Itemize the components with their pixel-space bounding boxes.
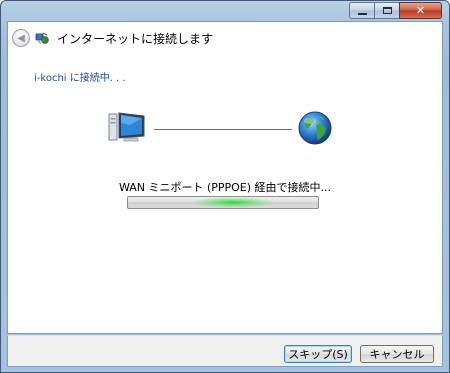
dialog-window: ✕ ◀ インターネットに接続します i-kochi に接続中. . . WAN … <box>0 0 450 373</box>
cancel-button[interactable]: キャンセル <box>360 345 434 363</box>
maximize-icon <box>382 7 392 14</box>
progress-bar <box>127 196 319 209</box>
close-icon: ✕ <box>415 4 426 17</box>
minimize-icon <box>357 12 367 15</box>
progress-indicator <box>190 197 276 208</box>
progress-label: WAN ミニポート (PPPOE) 経由で接続中... <box>118 181 332 194</box>
dialog-header: ◀ インターネットに接続します <box>8 22 442 54</box>
minimize-button[interactable] <box>349 2 374 19</box>
maximize-button[interactable] <box>374 2 399 19</box>
network-connection-icon <box>35 32 49 44</box>
back-button[interactable]: ◀ <box>12 29 30 47</box>
skip-button[interactable]: スキップ(S) <box>284 345 352 363</box>
back-arrow-icon: ◀ <box>17 32 25 44</box>
close-button[interactable]: ✕ <box>399 2 442 19</box>
window-title: インターネットに接続します <box>57 32 214 46</box>
content-area: ◀ インターネットに接続します i-kochi に接続中. . . WAN ミニ… <box>7 21 443 334</box>
window-controls: ✕ <box>349 2 442 19</box>
button-bar: スキップ(S) キャンセル <box>7 335 443 367</box>
connecting-status: i-kochi に接続中. . . <box>34 73 126 84</box>
connection-line <box>154 129 292 130</box>
globe-icon <box>298 111 332 145</box>
computer-icon <box>108 112 145 142</box>
